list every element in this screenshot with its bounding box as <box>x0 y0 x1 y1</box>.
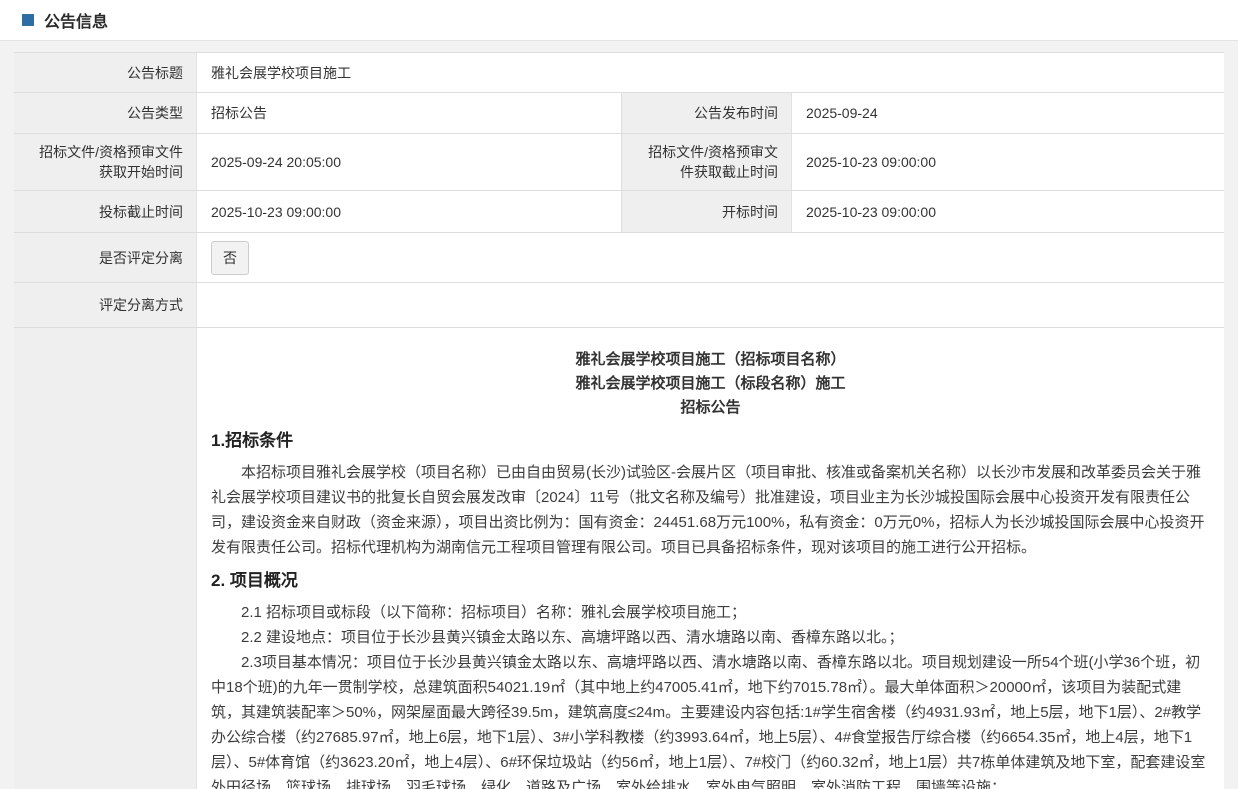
paragraph-bid-conditions: 本招标项目雅礼会展学校（项目名称）已由自由贸易(长沙)试验区-会展片区（项目审批… <box>211 460 1210 560</box>
value-bid-opening-time: 2025-10-23 09:00:00 <box>792 191 1224 232</box>
value-evaluation-separation: 否 <box>197 233 1224 282</box>
label-evaluation-separation: 是否评定分离 <box>14 233 197 282</box>
page-title: 公告信息 <box>44 8 108 32</box>
heading-bid-conditions: 1.招标条件 <box>211 428 1210 454</box>
doc-title-notice-type: 招标公告 <box>211 396 1210 420</box>
heading-project-overview: 2. 项目概况 <box>211 568 1210 594</box>
section-marker-icon <box>22 14 34 26</box>
section-header: 公告信息 <box>0 0 1238 41</box>
value-announcement-type: 招标公告 <box>197 93 622 133</box>
announcement-body: 雅礼会展学校项目施工（招标项目名称） 雅礼会展学校项目施工（标段名称）施工 招标… <box>197 328 1224 789</box>
value-doc-acquire-start: 2025-09-24 20:05:00 <box>197 134 622 190</box>
paragraph-project-name: 2.1 招标项目或标段（以下简称：招标项目）名称：雅礼会展学校项目施工； <box>211 600 1210 625</box>
label-publish-time: 公告发布时间 <box>622 93 792 133</box>
doc-title-project-name: 雅礼会展学校项目施工（招标项目名称） <box>211 348 1210 372</box>
evaluation-separation-no-button[interactable]: 否 <box>211 241 249 275</box>
row-separation-method: 评定分离方式 <box>14 283 1224 328</box>
paragraph-project-details: 2.3项目基本情况：项目位于长沙县黄兴镇金太路以东、高塘坪路以西、清水塘路以南、… <box>211 650 1210 789</box>
label-separation-method: 评定分离方式 <box>14 283 197 327</box>
label-doc-acquire-start: 招标文件/资格预审文件获取开始时间 <box>14 134 197 190</box>
paragraph-project-location: 2.2 建设地点：项目位于长沙县黄兴镇金太路以东、高塘坪路以西、清水塘路以南、香… <box>211 625 1210 650</box>
doc-title-section-name: 雅礼会展学校项目施工（标段名称）施工 <box>211 372 1210 396</box>
announcement-info-table: 公告标题 雅礼会展学校项目施工 公告类型 招标公告 公告发布时间 2025-09… <box>14 52 1224 789</box>
value-publish-time: 2025-09-24 <box>792 93 1224 133</box>
value-announcement-title: 雅礼会展学校项目施工 <box>197 53 1224 92</box>
row-bid-times: 投标截止时间 2025-10-23 09:00:00 开标时间 2025-10-… <box>14 191 1224 233</box>
label-announcement-type: 公告类型 <box>14 93 197 133</box>
row-document-acquire-time: 招标文件/资格预审文件获取开始时间 2025-09-24 20:05:00 招标… <box>14 134 1224 191</box>
row-announcement-body: 雅礼会展学校项目施工（招标项目名称） 雅礼会展学校项目施工（标段名称）施工 招标… <box>14 328 1224 789</box>
row-evaluation-separation: 是否评定分离 否 <box>14 233 1224 283</box>
label-bid-deadline: 投标截止时间 <box>14 191 197 232</box>
value-doc-acquire-end: 2025-10-23 09:00:00 <box>792 134 1224 190</box>
label-announcement-title: 公告标题 <box>14 53 197 92</box>
value-bid-deadline: 2025-10-23 09:00:00 <box>197 191 622 232</box>
label-bid-opening-time: 开标时间 <box>622 191 792 232</box>
label-body-spacer <box>14 328 197 789</box>
row-announcement-title: 公告标题 雅礼会展学校项目施工 <box>14 53 1224 93</box>
value-separation-method <box>197 283 1224 327</box>
label-doc-acquire-end: 招标文件/资格预审文件获取截止时间 <box>622 134 792 190</box>
row-announcement-type: 公告类型 招标公告 公告发布时间 2025-09-24 <box>14 93 1224 134</box>
